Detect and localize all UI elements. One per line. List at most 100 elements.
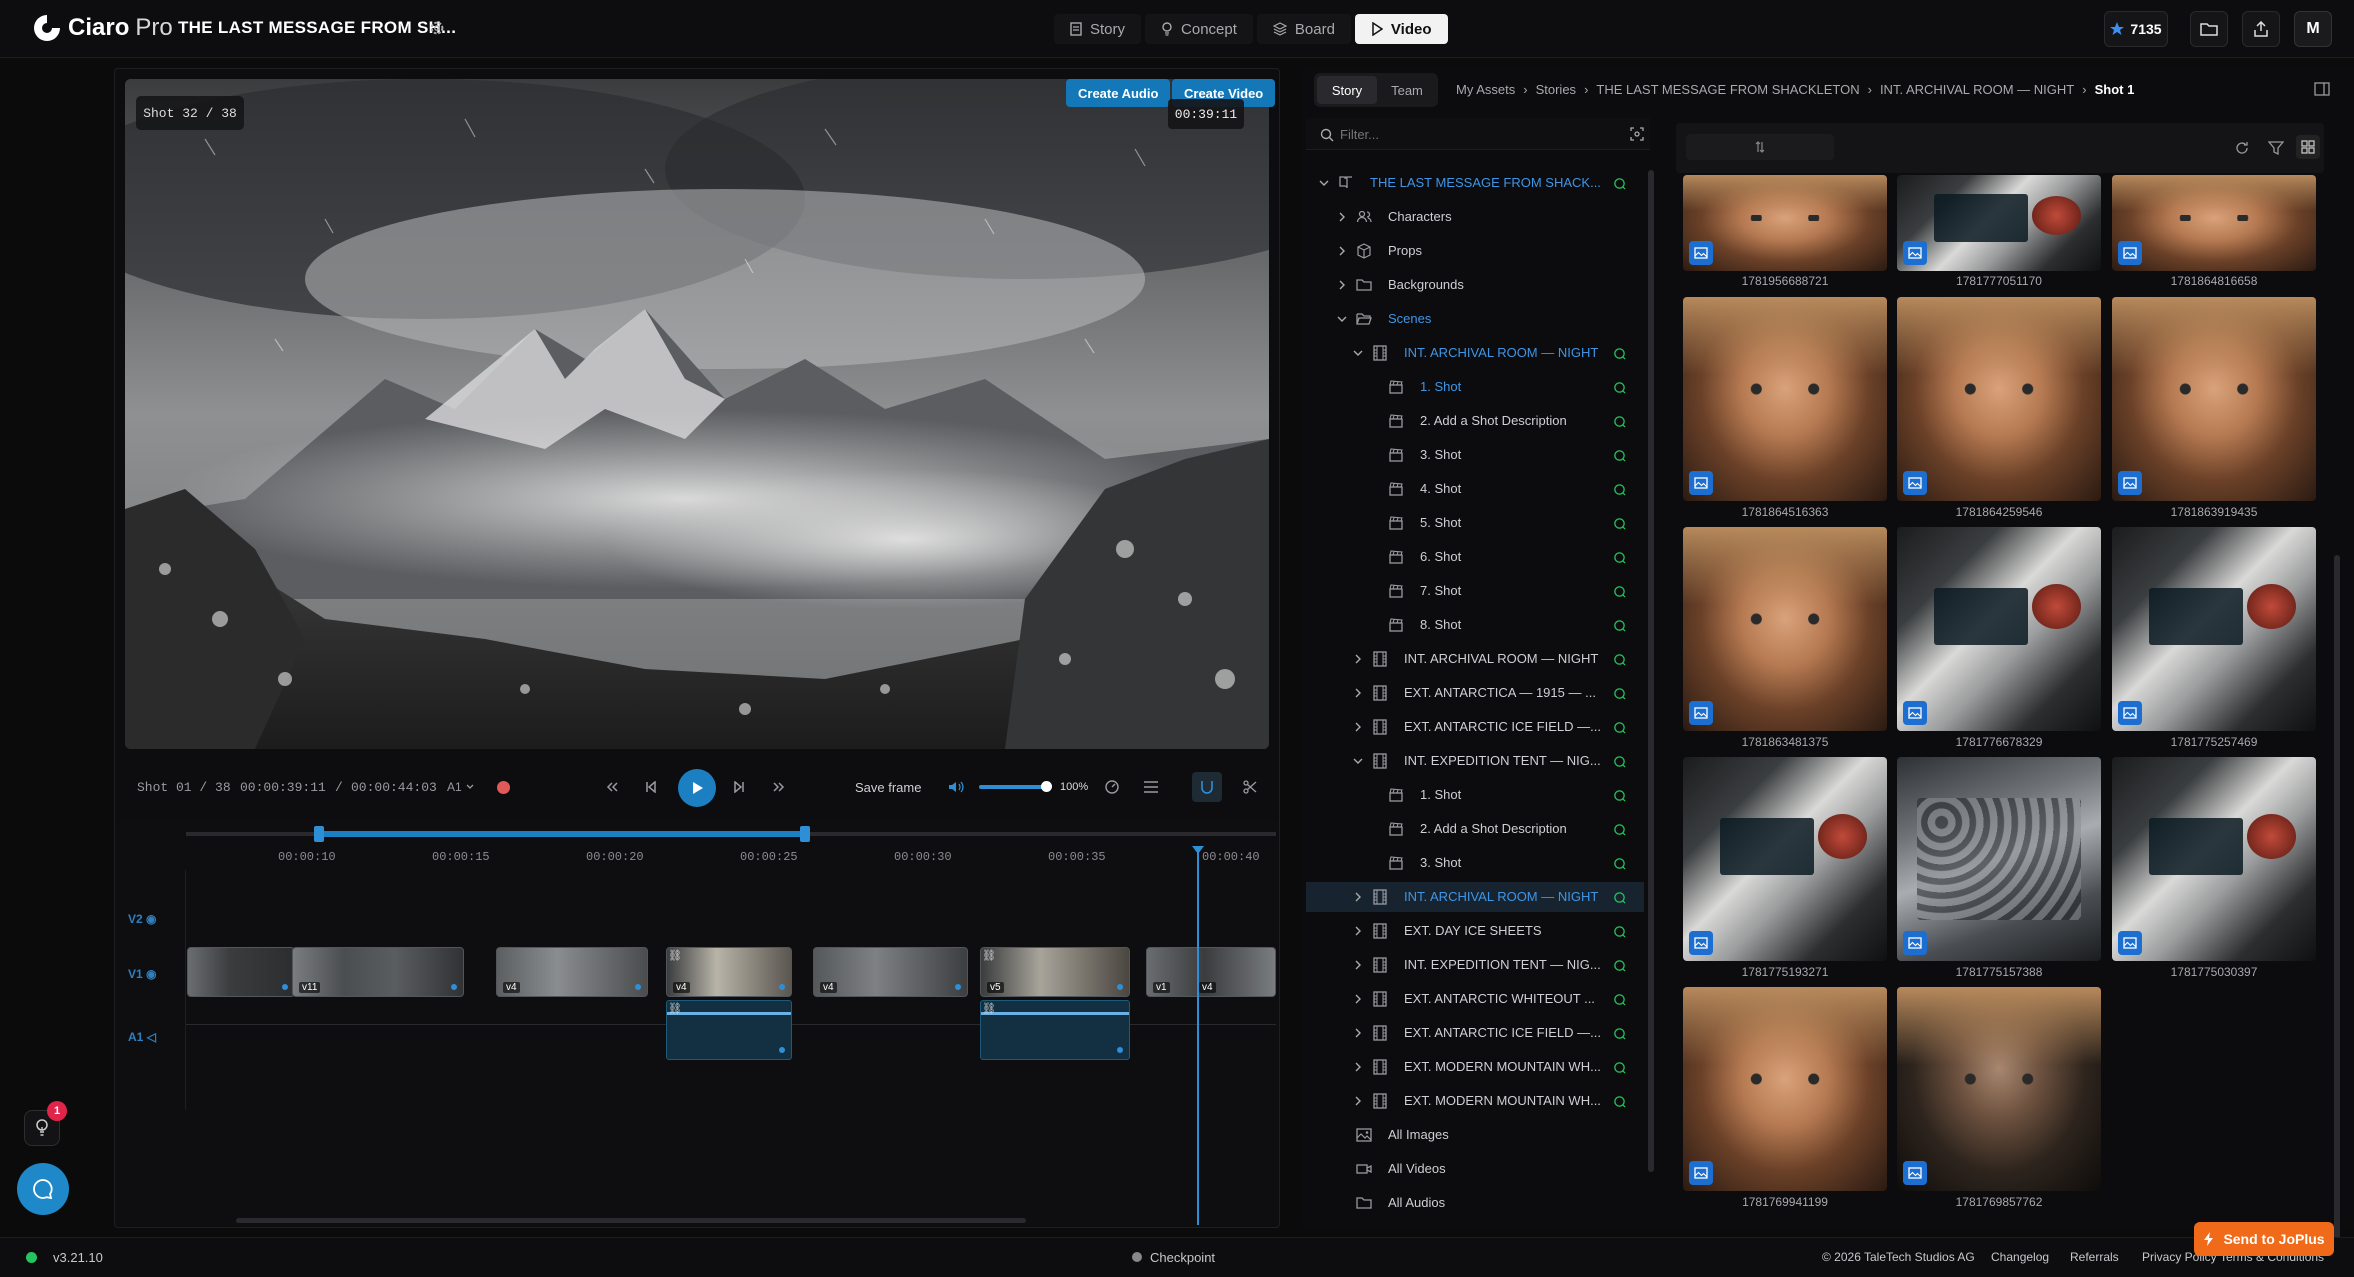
timeline-clip[interactable]: v1 v4 (1146, 947, 1276, 997)
sync-icon[interactable] (1613, 891, 1626, 904)
tree-item[interactable]: EXT. DAY ICE SHEETS (1306, 916, 1644, 946)
mute-button[interactable] (948, 762, 964, 812)
chevron-right-icon[interactable] (1352, 1027, 1364, 1039)
credits-counter[interactable]: 7135 (2104, 11, 2168, 47)
refresh-icon[interactable] (2234, 140, 2250, 156)
create-audio-button[interactable]: Create Audio (1066, 79, 1171, 107)
sync-icon[interactable] (1613, 619, 1626, 632)
chevron-right-icon[interactable] (1336, 245, 1348, 257)
tree-item[interactable]: INT. EXPEDITION TENT — NIG... (1306, 950, 1644, 980)
send-to-joplus-button[interactable]: Send to JoPlus (2194, 1222, 2334, 1256)
chevron-right-icon[interactable] (1352, 925, 1364, 937)
breadcrumb-item[interactable]: Stories (1536, 82, 1576, 97)
asset-thumbnail[interactable] (2112, 175, 2316, 271)
sync-icon[interactable] (1613, 177, 1626, 190)
tree-item[interactable]: 7. Shot (1306, 576, 1644, 606)
timeline-range-selection[interactable] (320, 831, 804, 837)
tab-team[interactable]: Team (1378, 76, 1436, 104)
volume-slider[interactable] (979, 785, 1049, 789)
breadcrumb-item[interactable]: My Assets (1456, 82, 1515, 97)
save-frame-button[interactable]: Save frame (855, 762, 921, 812)
sync-icon[interactable] (1613, 653, 1626, 666)
mic-settings-button[interactable] (1104, 762, 1120, 812)
rewind-button[interactable] (605, 762, 619, 812)
sync-icon[interactable] (1613, 381, 1626, 394)
timeline-clip[interactable]: v4 (496, 947, 648, 997)
tree-item[interactable]: Props (1306, 236, 1644, 266)
tree-scrollbar[interactable] (1648, 170, 1654, 1172)
range-start-handle[interactable] (314, 826, 324, 842)
tree-item[interactable]: THE LAST MESSAGE FROM SHACK... (1306, 168, 1644, 198)
tree-item[interactable]: 3. Shot (1306, 848, 1644, 878)
tree-item[interactable]: 1. Shot (1306, 372, 1644, 402)
chevron-right-icon[interactable] (1352, 1061, 1364, 1073)
focus-icon[interactable] (1630, 127, 1644, 141)
chevron-right-icon[interactable] (1336, 279, 1348, 291)
audio-track-select[interactable]: A1 (447, 762, 475, 812)
tree-item[interactable]: 5. Shot (1306, 508, 1644, 538)
cut-button[interactable] (1243, 762, 1257, 812)
timeline-clip[interactable]: v11 (292, 947, 464, 997)
tree-item[interactable]: 4. Shot (1306, 474, 1644, 504)
chevron-right-icon[interactable] (1336, 211, 1348, 223)
track-label-v2[interactable]: V2 ◉ (128, 912, 157, 926)
sync-icon[interactable] (1613, 415, 1626, 428)
sync-icon[interactable] (1613, 517, 1626, 530)
asset-thumbnail[interactable] (1897, 987, 2101, 1191)
snap-toggle[interactable] (1192, 772, 1222, 802)
filter-input[interactable] (1340, 122, 1600, 146)
tree-item[interactable]: All Audios (1306, 1188, 1644, 1218)
play-button[interactable] (678, 769, 716, 807)
range-end-handle[interactable] (800, 826, 810, 842)
asset-thumbnail[interactable] (1897, 175, 2101, 271)
chevron-right-icon[interactable] (1352, 891, 1364, 903)
sync-icon[interactable] (1613, 925, 1626, 938)
asset-thumbnail[interactable] (2112, 527, 2316, 731)
tree-item[interactable]: Backgrounds (1306, 270, 1644, 300)
asset-thumbnail[interactable] (1683, 297, 1887, 501)
sync-icon[interactable] (1613, 483, 1626, 496)
asset-thumbnail[interactable] (1897, 757, 2101, 961)
breadcrumb-item[interactable]: THE LAST MESSAGE FROM SHACKLETON (1596, 82, 1859, 97)
sync-icon[interactable] (1613, 959, 1626, 972)
tree-item[interactable]: 3. Shot (1306, 440, 1644, 470)
folder-button[interactable] (2190, 11, 2228, 47)
mode-video[interactable]: Video (1354, 14, 1448, 44)
sync-icon[interactable] (1613, 755, 1626, 768)
chevron-right-icon[interactable] (1352, 687, 1364, 699)
checkpoint-button[interactable]: Checkpoint (1150, 1250, 1215, 1265)
mode-board[interactable]: Board (1256, 14, 1351, 44)
sync-icon[interactable] (1613, 585, 1626, 598)
tree-item[interactable]: INT. ARCHIVAL ROOM — NIGHT (1306, 882, 1644, 912)
grid-view-button[interactable] (2296, 135, 2320, 159)
share-button[interactable] (2242, 11, 2280, 47)
sort-button[interactable] (1686, 134, 1834, 160)
changelog-link[interactable]: Changelog (1991, 1250, 2049, 1264)
record-button[interactable] (497, 762, 510, 812)
asset-thumbnail[interactable] (1683, 175, 1887, 271)
mode-concept[interactable]: Concept (1145, 14, 1253, 44)
tree-item[interactable]: 2. Add a Shot Description (1306, 406, 1644, 436)
tab-story[interactable]: Story (1317, 76, 1377, 104)
referrals-link[interactable]: Referrals (2070, 1250, 2119, 1264)
tree-item[interactable]: 8. Shot (1306, 610, 1644, 640)
sync-icon[interactable] (1613, 789, 1626, 802)
volume-slider-handle[interactable] (1041, 781, 1052, 792)
asset-thumbnail[interactable] (2112, 297, 2316, 501)
asset-thumbnail[interactable] (1897, 527, 2101, 731)
tree-item[interactable]: EXT. ANTARCTIC ICE FIELD —... (1306, 1018, 1644, 1048)
chevron-right-icon[interactable] (1352, 993, 1364, 1005)
playhead-handle[interactable] (1192, 846, 1204, 854)
tree-item[interactable]: 6. Shot (1306, 542, 1644, 572)
sync-icon[interactable] (1613, 449, 1626, 462)
sync-icon[interactable] (1613, 721, 1626, 734)
track-label-a1[interactable]: A1 ◁ (128, 1030, 156, 1044)
user-avatar[interactable]: M (2294, 11, 2332, 47)
timeline-clip[interactable]: v5 (980, 947, 1130, 997)
chevron-right-icon[interactable] (1352, 653, 1364, 665)
sync-icon[interactable] (1613, 347, 1626, 360)
project-settings-icon[interactable] (428, 19, 446, 37)
menu-button[interactable] (1143, 762, 1159, 812)
tree-item[interactable]: EXT. MODERN MOUNTAIN WH... (1306, 1086, 1644, 1116)
sync-icon[interactable] (1613, 823, 1626, 836)
